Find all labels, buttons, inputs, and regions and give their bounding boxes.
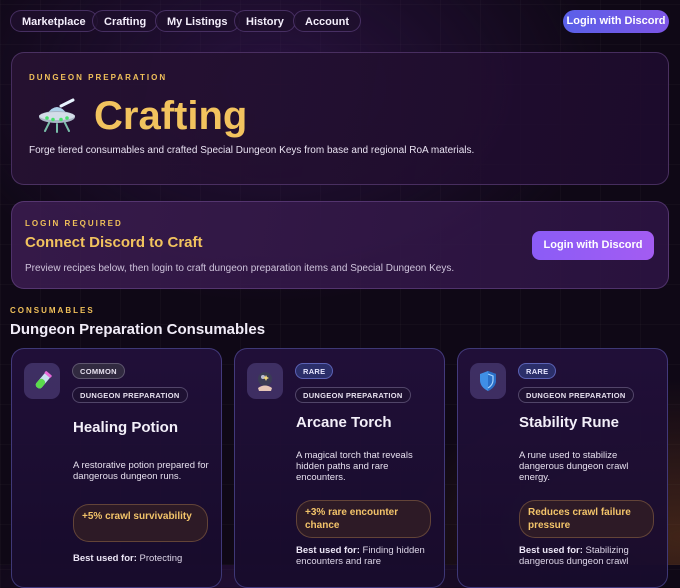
card-title: Healing Potion — [73, 419, 178, 436]
login-required-panel: LOGIN REQUIRED Connect Discord to Craft … — [11, 201, 669, 289]
card-title: Arcane Torch — [296, 414, 392, 431]
page-title: Crafting — [94, 94, 248, 138]
ufo-icon — [35, 94, 79, 138]
type-badge: DUNGEON PREPARATION — [518, 387, 634, 403]
best-used-for: Best used for: Stabilizing dangerous dun… — [519, 545, 659, 567]
login-eyebrow: LOGIN REQUIRED — [25, 219, 123, 228]
section-title: Dungeon Preparation Consumables — [10, 321, 266, 338]
rarity-badge: RARE — [518, 363, 557, 379]
rarity-badge: RARE — [295, 363, 334, 379]
effect-badge: +5% crawl survivability — [73, 504, 208, 542]
rarity-badge: COMMON — [72, 363, 125, 379]
type-badge: DUNGEON PREPARATION — [72, 387, 188, 403]
section-eyebrow: CONSUMABLES — [10, 306, 95, 315]
consumable-card-arcane-torch[interactable]: RARE DUNGEON PREPARATION Arcane Torch A … — [234, 348, 445, 588]
hero-eyebrow: DUNGEON PREPARATION — [29, 73, 168, 82]
shield-icon — [470, 363, 506, 399]
consumable-card-stability-rune[interactable]: RARE DUNGEON PREPARATION Stability Rune … — [457, 348, 668, 588]
card-description: A restorative potion prepared for danger… — [73, 460, 209, 482]
type-badge: DUNGEON PREPARATION — [295, 387, 411, 403]
nav-history[interactable]: History — [234, 10, 296, 32]
consumable-card-healing-potion[interactable]: COMMON DUNGEON PREPARATION Healing Potio… — [11, 348, 222, 588]
card-description: A magical torch that reveals hidden path… — [296, 450, 413, 483]
effect-badge: +3% rare encounter chance — [296, 500, 431, 538]
crafting-hero: DUNGEON PREPARATION Crafting Forge tiere… — [11, 52, 669, 185]
nav-marketplace[interactable]: Marketplace — [10, 10, 98, 32]
card-description: A rune used to stabilize dangerous dunge… — [519, 450, 629, 483]
top-nav: Marketplace Crafting My Listings History… — [0, 0, 680, 44]
crystal-ball-icon — [247, 363, 283, 399]
nav-crafting[interactable]: Crafting — [92, 10, 159, 32]
login-description: Preview recipes below, then login to cra… — [25, 263, 455, 274]
hero-description: Forge tiered consumables and crafted Spe… — [29, 145, 475, 156]
card-title: Stability Rune — [519, 414, 620, 431]
best-used-label: Best used for: — [73, 553, 137, 564]
login-discord-button[interactable]: Login with Discord — [532, 231, 654, 260]
login-title: Connect Discord to Craft — [25, 234, 203, 251]
best-used-label: Best used for: — [519, 545, 583, 556]
best-used-text: Protecting — [136, 553, 183, 564]
nav-login-discord-button[interactable]: Login with Discord — [563, 10, 669, 33]
best-used-for: Best used for: Finding hidden encounters… — [296, 545, 436, 567]
nav-account[interactable]: Account — [293, 10, 361, 32]
effect-badge: Reduces crawl failure pressure — [519, 500, 654, 538]
nav-my-listings[interactable]: My Listings — [155, 10, 240, 32]
potion-icon — [24, 363, 60, 399]
best-used-for: Best used for: Protecting — [73, 553, 213, 564]
best-used-label: Best used for: — [296, 545, 360, 556]
